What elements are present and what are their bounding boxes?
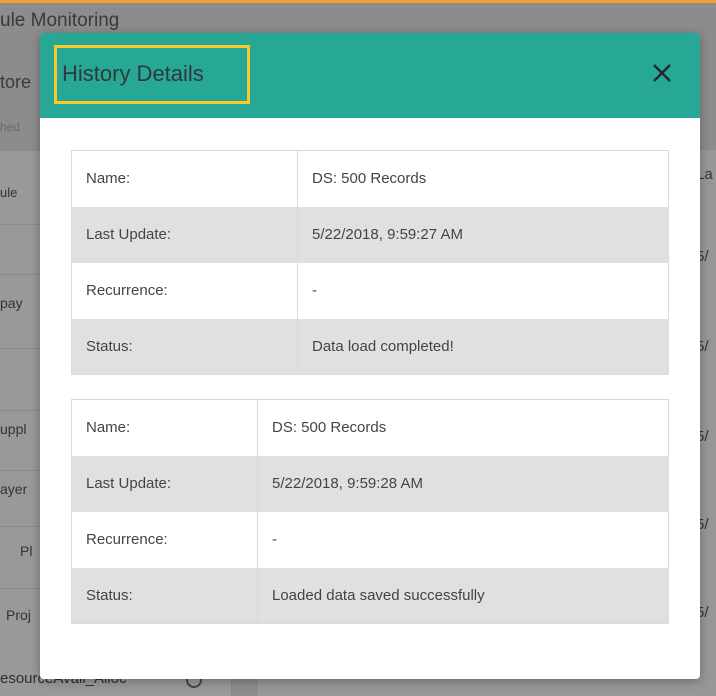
table-row: Last Update: 5/22/2018, 9:59:27 AM [71,206,669,263]
history-record-table: Name: DS: 500 Records Last Update: 5/22/… [71,399,669,624]
recurrence-value: - [297,262,669,319]
status-value: Data load completed! [297,318,669,375]
status-label: Status: [71,567,258,624]
name-value: DS: 500 Records [257,399,669,456]
close-icon [653,64,671,82]
top-accent-line [0,0,716,3]
status-label: Status: [71,318,298,375]
recurrence-value: - [257,511,669,568]
name-label: Name: [71,150,298,207]
background-page-title: ule Monitoring [0,10,120,31]
table-row: Recurrence: - [71,262,669,319]
last-update-value: 5/22/2018, 9:59:27 AM [297,206,669,263]
status-value: Loaded data saved successfully [257,567,669,624]
recurrence-label: Recurrence: [71,511,258,568]
recurrence-label: Recurrence: [71,262,298,319]
name-label: Name: [71,399,258,456]
modal-header: History Details [40,33,700,118]
table-row: Recurrence: - [71,511,669,568]
last-update-label: Last Update: [71,206,298,263]
last-update-value: 5/22/2018, 9:59:28 AM [257,455,669,512]
table-row: Name: DS: 500 Records [71,399,669,456]
table-row: Name: DS: 500 Records [71,150,669,207]
history-record-table: Name: DS: 500 Records Last Update: 5/22/… [71,150,669,375]
history-details-modal: History Details Name: DS: 500 Records La… [40,33,700,679]
close-button[interactable] [646,57,678,89]
name-value: DS: 500 Records [297,150,669,207]
table-row: Last Update: 5/22/2018, 9:59:28 AM [71,455,669,512]
background-section-subtitle: hed [0,120,21,134]
last-update-label: Last Update: [71,455,258,512]
background-section-title: tore [0,72,32,92]
table-row: Status: Loaded data saved successfully [71,567,669,624]
modal-title: History Details [62,61,204,86]
table-row: Status: Data load completed! [71,318,669,375]
